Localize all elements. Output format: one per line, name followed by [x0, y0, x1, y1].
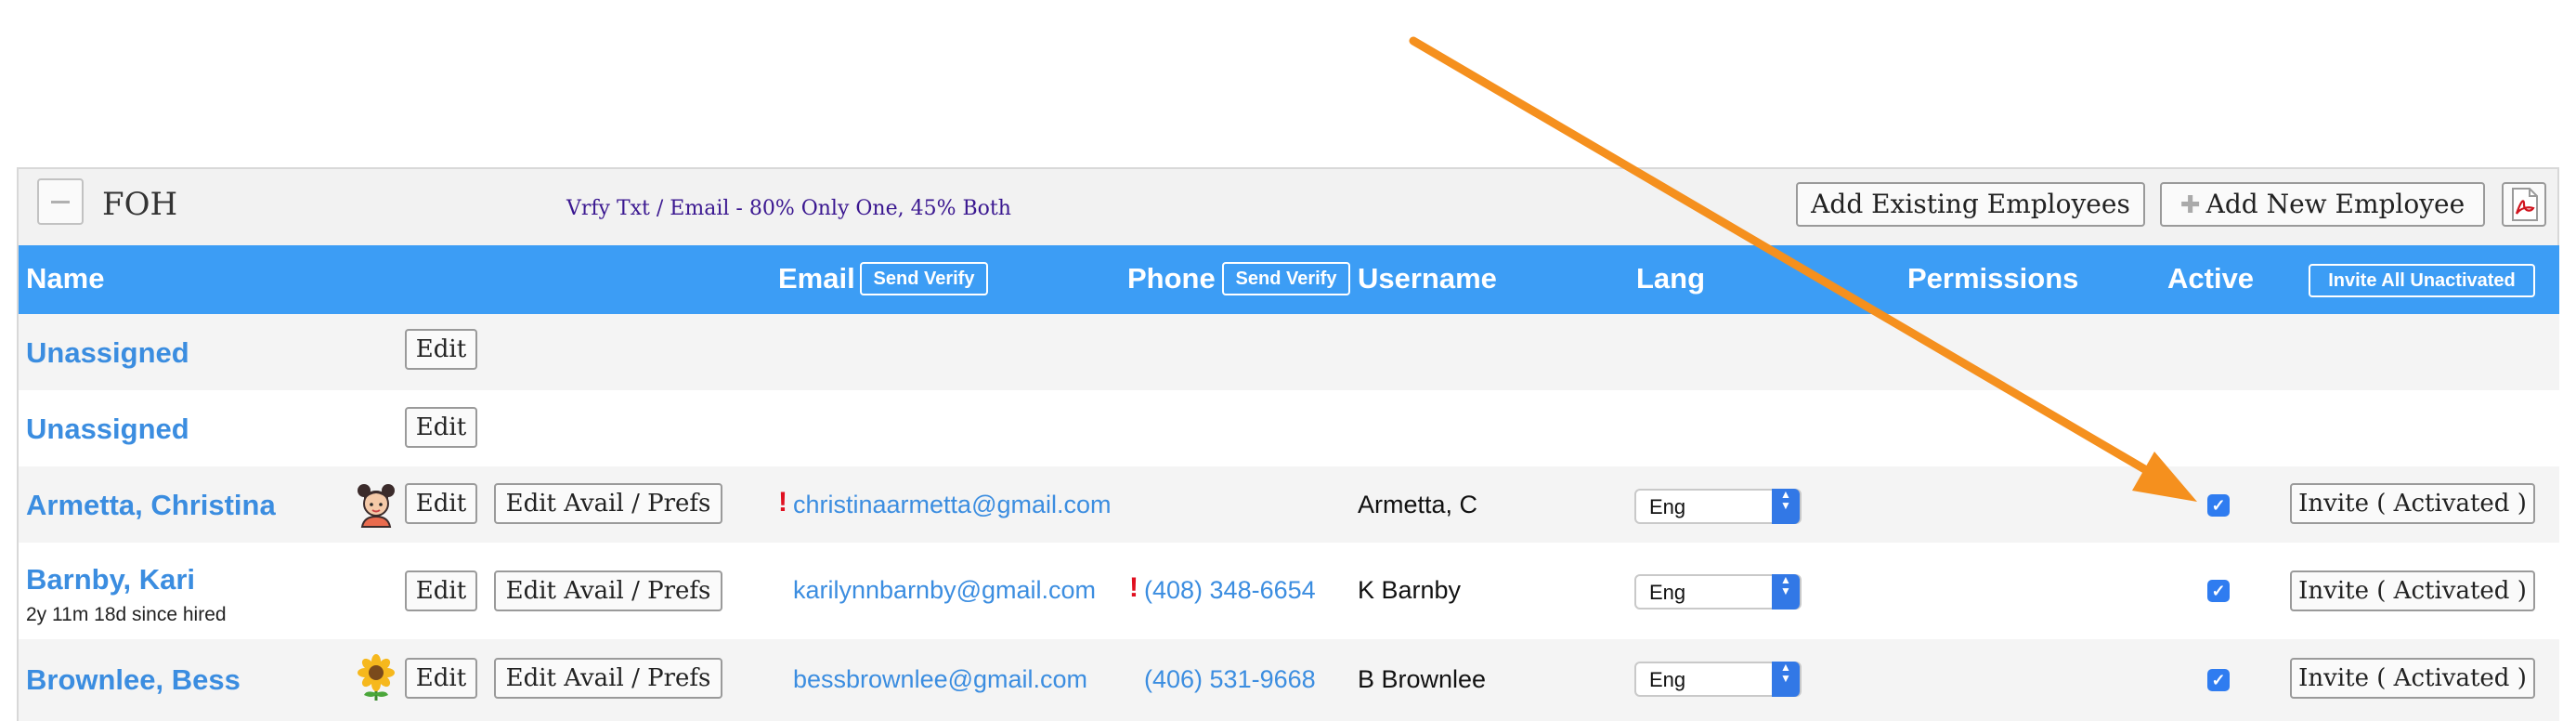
phone-unverified-warning: !: [1129, 572, 1138, 603]
active-checkbox[interactable]: ✓: [2207, 669, 2230, 691]
verify-stats-note: Vrfy Txt / Email - 80% Only One, 45% Bot…: [566, 197, 1011, 220]
plus-icon: ✚: [2179, 191, 2201, 219]
lang-select[interactable]: Eng ▲ ▼: [1634, 489, 1802, 524]
table-row: Unassigned Edit: [19, 314, 2559, 390]
col-phone: Phone: [1127, 262, 1216, 295]
edit-button[interactable]: Edit: [405, 329, 477, 370]
lang-value: Eng: [1649, 668, 1686, 691]
edit-avail-prefs-button[interactable]: Edit Avail / Prefs: [494, 570, 722, 611]
employee-name-link[interactable]: Unassigned: [26, 336, 189, 370]
edit-button[interactable]: Edit: [405, 407, 477, 448]
edit-avail-prefs-button[interactable]: Edit Avail / Prefs: [494, 658, 722, 699]
col-name: Name: [26, 262, 105, 295]
add-new-employee-button[interactable]: ✚ Add New Employee: [2160, 182, 2485, 227]
employee-name-link[interactable]: Unassigned: [26, 413, 189, 446]
minus-icon: [51, 201, 70, 203]
group-header: FOH Vrfy Txt / Email - 80% Only One, 45%…: [19, 169, 2557, 245]
add-new-label: Add New Employee: [2205, 189, 2465, 219]
chevron-updown-icon: ▲ ▼: [1772, 574, 1800, 610]
invite-button[interactable]: Invite ( Activated ): [2290, 570, 2535, 611]
chevron-updown-icon: ▲ ▼: [1772, 662, 1800, 697]
lang-select[interactable]: Eng ▲ ▼: [1634, 574, 1802, 610]
col-permissions: Permissions: [1907, 262, 2079, 295]
active-checkbox[interactable]: ✓: [2207, 580, 2230, 602]
phone-link[interactable]: (408) 348-6654: [1144, 576, 1316, 605]
invite-button[interactable]: Invite ( Activated ): [2290, 658, 2535, 699]
username-value: K Barnby: [1358, 576, 1462, 604]
table-row: Armetta, Christina Edit Edit Avail / Pre…: [19, 466, 2559, 543]
girl-avatar-icon: [358, 484, 395, 528]
column-header-bar: Name Email Send Verify Phone Send Verify…: [19, 245, 2559, 314]
edit-button[interactable]: Edit: [405, 483, 477, 524]
add-existing-label: Add Existing Employees: [1811, 189, 2130, 219]
lang-value: Eng: [1649, 495, 1686, 518]
lang-value: Eng: [1649, 581, 1686, 604]
sunflower-icon: [358, 654, 395, 701]
chevron-updown-icon: ▲ ▼: [1772, 489, 1800, 524]
employee-name-link[interactable]: Armetta, Christina: [26, 489, 276, 522]
pdf-icon: [2512, 188, 2538, 221]
phone-link[interactable]: (406) 531-9668: [1144, 665, 1316, 694]
invite-all-unactivated-button[interactable]: Invite All Unactivated: [2309, 264, 2535, 297]
table-row: Barnby, Kari 2y 11m 18d since hired Edit…: [19, 543, 2559, 639]
table-row: Brownlee, Bess Edit Edit Avail / Prefs b…: [19, 639, 2559, 721]
email-link[interactable]: bessbrownlee@gmail.com: [793, 665, 1087, 694]
email-link[interactable]: karilynnbarnby@gmail.com: [793, 576, 1096, 605]
username-value: B Brownlee: [1358, 665, 1487, 693]
col-email: Email: [778, 262, 855, 295]
table-row: Unassigned Edit: [19, 390, 2559, 466]
add-existing-employees-button[interactable]: Add Existing Employees: [1796, 182, 2145, 227]
lang-select[interactable]: Eng ▲ ▼: [1634, 662, 1802, 697]
employee-name-link[interactable]: Barnby, Kari: [26, 563, 195, 596]
username-value: Armetta, C: [1358, 491, 1478, 518]
collapse-button[interactable]: [37, 178, 84, 225]
group-title: FOH: [102, 186, 178, 223]
col-username: Username: [1358, 262, 1497, 295]
email-unverified-warning: !: [778, 487, 787, 518]
send-verify-phone-button[interactable]: Send Verify: [1222, 262, 1350, 295]
pdf-export-button[interactable]: [2502, 182, 2546, 227]
edit-button[interactable]: Edit: [405, 570, 477, 611]
tenure-text: 2y 11m 18d since hired: [26, 604, 227, 625]
active-checkbox[interactable]: ✓: [2207, 494, 2230, 517]
employee-name-link[interactable]: Brownlee, Bess: [26, 663, 241, 697]
send-verify-email-button[interactable]: Send Verify: [860, 262, 988, 295]
col-lang: Lang: [1636, 262, 1706, 295]
edit-button[interactable]: Edit: [405, 658, 477, 699]
edit-avail-prefs-button[interactable]: Edit Avail / Prefs: [494, 483, 722, 524]
col-active: Active: [2167, 262, 2255, 295]
invite-button[interactable]: Invite ( Activated ): [2290, 483, 2535, 524]
email-link[interactable]: christinaarmetta@gmail.com: [793, 491, 1118, 519]
